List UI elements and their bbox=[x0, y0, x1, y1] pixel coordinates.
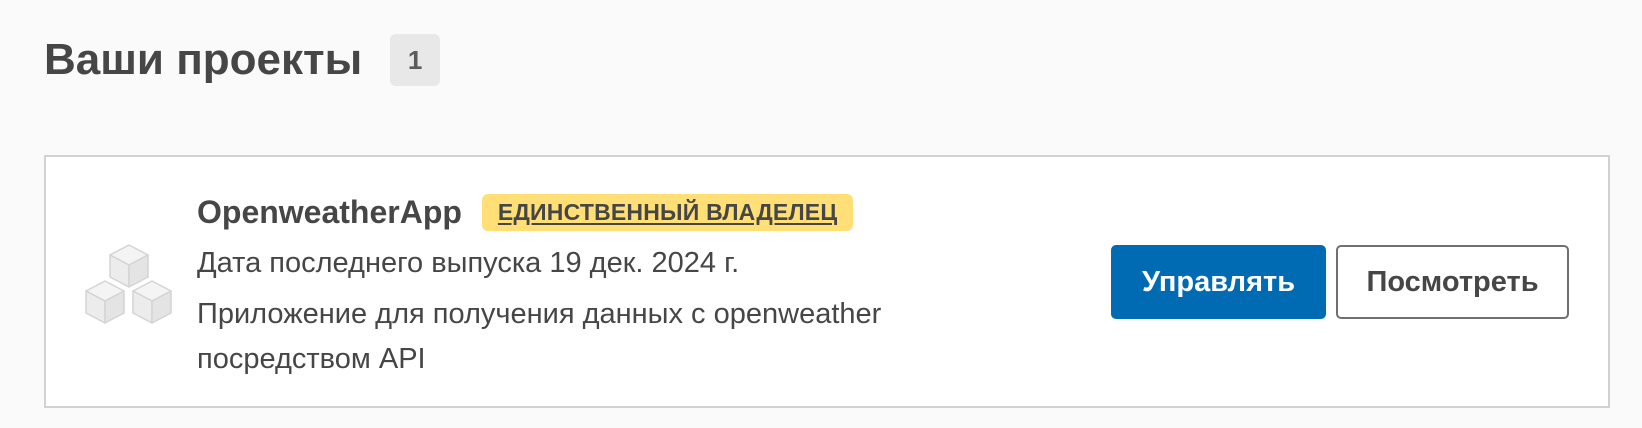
project-card: OpenweatherApp ЕДИНСТВЕННЫЙ ВЛАДЕЛЕЦ Дат… bbox=[44, 155, 1610, 408]
project-count-badge: 1 bbox=[390, 34, 441, 86]
view-button[interactable]: Посмотреть bbox=[1336, 245, 1569, 319]
projects-header: Ваши проекты 1 bbox=[44, 34, 441, 86]
project-actions: Управлять Посмотреть bbox=[1111, 245, 1569, 319]
project-name-row: OpenweatherApp ЕДИНСТВЕННЫЙ ВЛАДЕЛЕЦ bbox=[197, 191, 957, 233]
cubes-icon bbox=[85, 244, 172, 324]
project-name[interactable]: OpenweatherApp bbox=[197, 194, 462, 231]
release-date: Дата последнего выпуска 19 дек. 2024 г. bbox=[197, 247, 740, 279]
owner-badge[interactable]: ЕДИНСТВЕННЫЙ ВЛАДЕЛЕЦ bbox=[481, 193, 854, 231]
project-info: OpenweatherApp ЕДИНСТВЕННЫЙ ВЛАДЕЛЕЦ Дат… bbox=[197, 191, 957, 382]
project-description: Приложение для получения данных с openwe… bbox=[197, 298, 882, 375]
page-title: Ваши проекты bbox=[44, 35, 363, 84]
manage-button[interactable]: Управлять bbox=[1111, 245, 1326, 319]
